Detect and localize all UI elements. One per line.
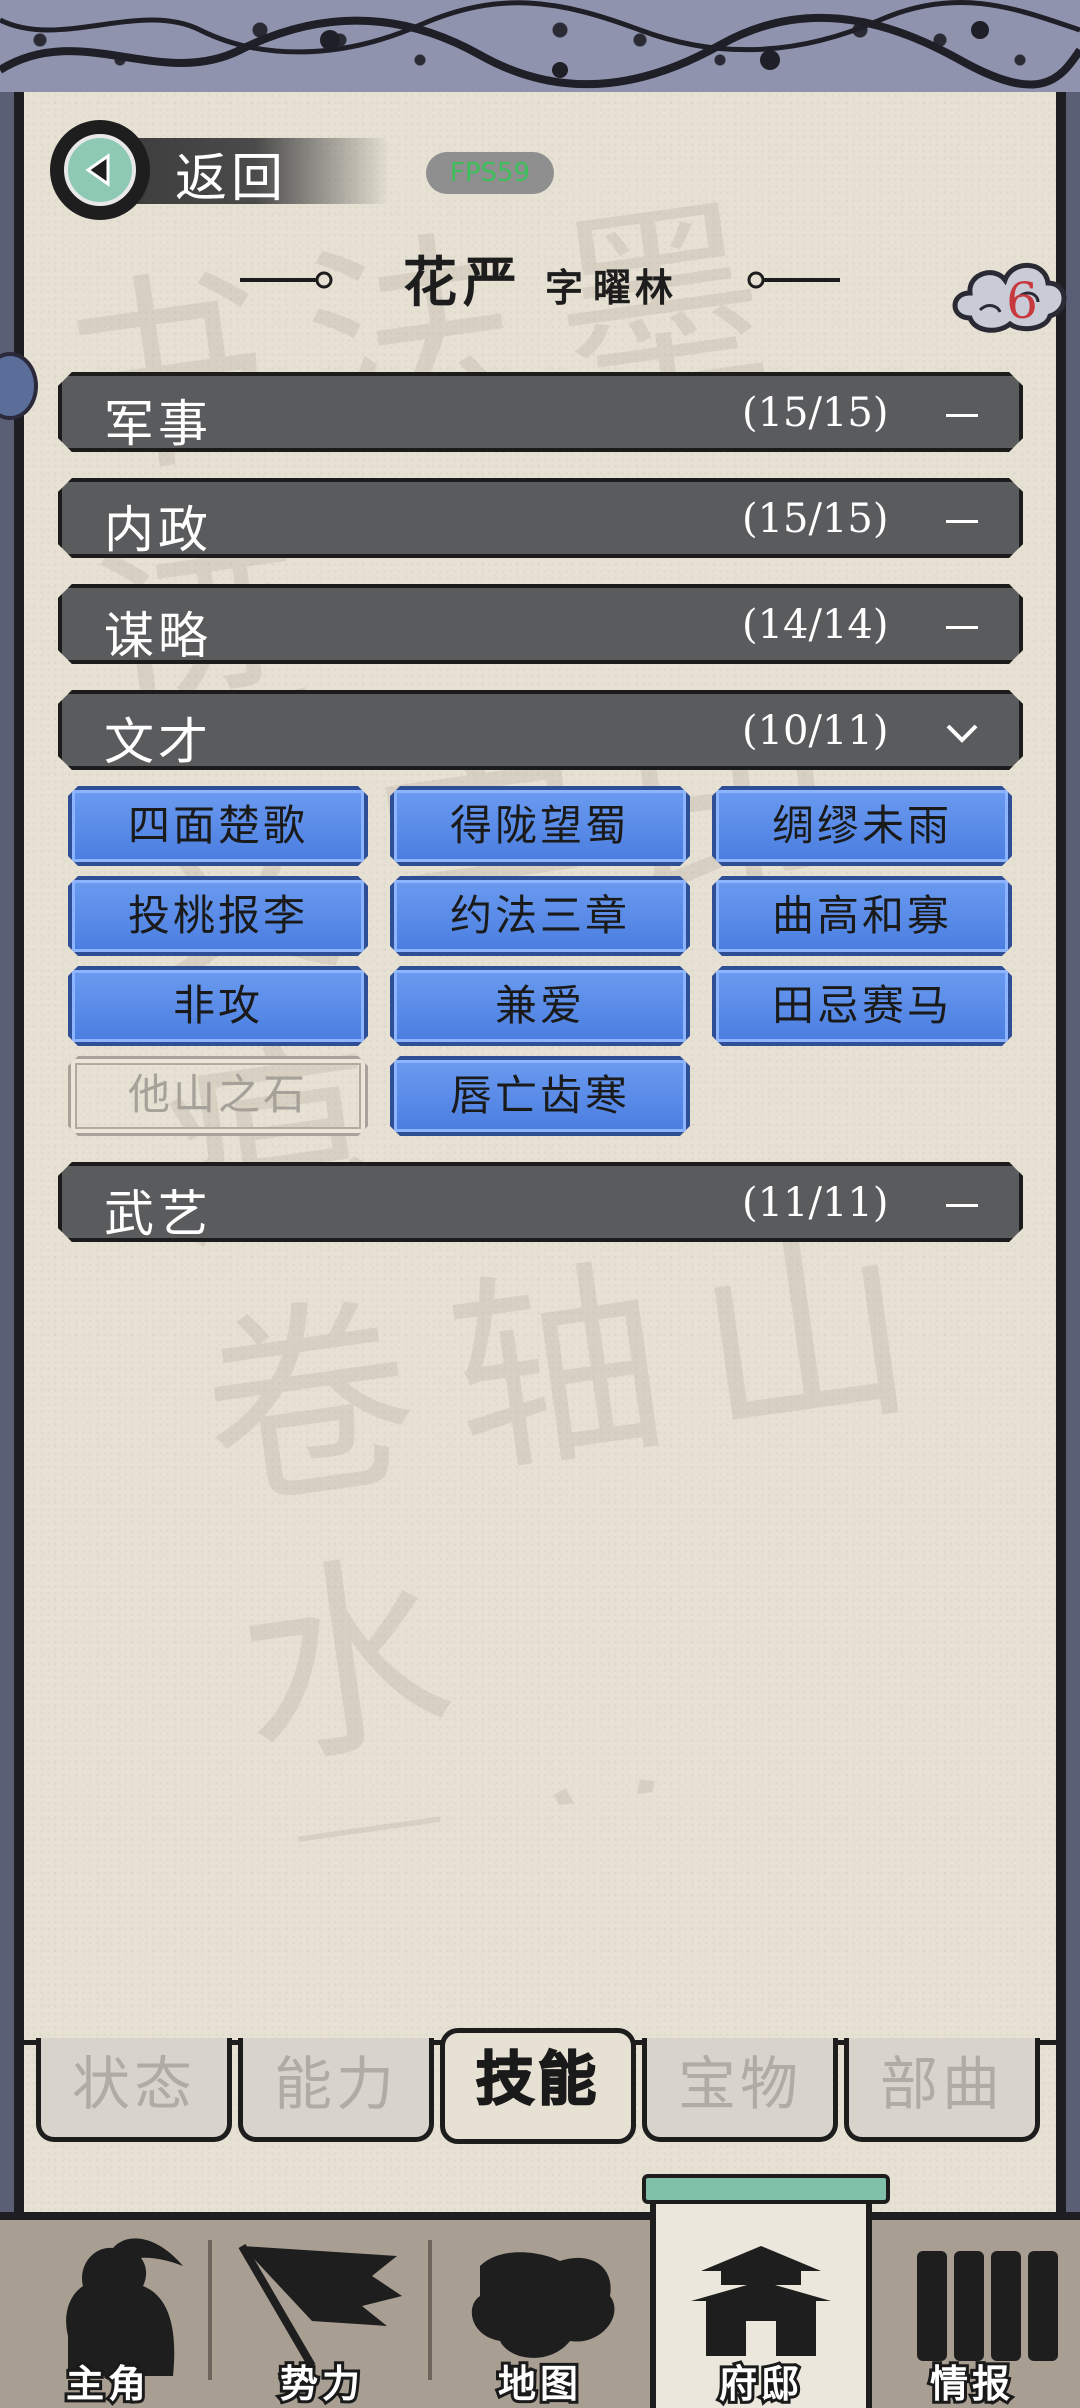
nav-protagonist[interactable]: 主角 bbox=[8, 2226, 208, 2408]
category-bar-military[interactable]: 军事 (15/15) bbox=[58, 372, 1023, 452]
category-bar-martial[interactable]: 武艺 (11/11) bbox=[58, 1162, 1023, 1242]
skill-chip[interactable]: 唇亡齿寒 bbox=[390, 1056, 690, 1136]
category-name: 内政 bbox=[104, 501, 212, 559]
nav-map[interactable]: 地图 bbox=[440, 2226, 640, 2408]
category-bar-strategy[interactable]: 谋略 (14/14) bbox=[58, 584, 1023, 664]
nav-mansion[interactable]: 府邸 bbox=[661, 2226, 861, 2408]
skill-chip[interactable]: 非攻 bbox=[68, 966, 368, 1046]
floral-pattern-icon bbox=[0, 0, 1080, 89]
category-count: (11/11) bbox=[742, 1180, 889, 1226]
category-count: (14/14) bbox=[742, 602, 889, 648]
dash-icon bbox=[942, 500, 982, 540]
back-label: 返回 bbox=[175, 149, 288, 209]
nav-label: 主角 bbox=[63, 2358, 150, 2408]
nav-label: 地图 bbox=[495, 2358, 582, 2408]
character-name: 花严 bbox=[402, 250, 523, 314]
fps-counter: FPS59 bbox=[426, 152, 554, 194]
category-count: (15/15) bbox=[742, 496, 889, 542]
nav-intel[interactable]: 情报 bbox=[872, 2226, 1072, 2408]
category-bar-politics[interactable]: 内政 (15/15) bbox=[58, 478, 1023, 558]
tab-skills[interactable]: 技能 bbox=[440, 2028, 636, 2144]
back-circle bbox=[50, 120, 150, 220]
category-bar-literary[interactable]: 文才 (10/11) bbox=[58, 690, 1023, 770]
back-button[interactable]: 返回 bbox=[50, 120, 390, 220]
nav-separator bbox=[208, 2240, 212, 2380]
category-count: (15/15) bbox=[742, 390, 889, 436]
skill-chip[interactable]: 田忌赛马 bbox=[712, 966, 1012, 1046]
skill-chip[interactable]: 投桃报李 bbox=[68, 876, 368, 956]
category-count: (10/11) bbox=[742, 708, 889, 754]
nav-label: 势力 bbox=[277, 2358, 364, 2408]
tab-ability[interactable]: 能力 bbox=[238, 2038, 434, 2142]
skill-chip[interactable]: 四面楚歌 bbox=[68, 786, 368, 866]
dash-icon bbox=[942, 606, 982, 646]
courtesy-name: 曜林 bbox=[593, 265, 678, 310]
skill-chip[interactable]: 约法三章 bbox=[390, 876, 690, 956]
category-name: 军事 bbox=[104, 395, 212, 453]
skill-chip[interactable]: 曲高和寡 bbox=[712, 876, 1012, 956]
zi-label: 字 bbox=[544, 265, 583, 310]
skill-chip[interactable]: 兼爱 bbox=[390, 966, 690, 1046]
top-decorative-band bbox=[0, 0, 1080, 101]
skill-chip[interactable]: 得陇望蜀 bbox=[390, 786, 690, 866]
skill-chip[interactable]: 绸缪未雨 bbox=[712, 786, 1012, 866]
dash-icon bbox=[942, 394, 982, 434]
tab-treasure[interactable]: 宝物 bbox=[642, 2038, 838, 2142]
dash-icon bbox=[942, 1184, 982, 1224]
nav-faction[interactable]: 势力 bbox=[222, 2226, 422, 2408]
category-name: 武艺 bbox=[104, 1185, 212, 1243]
nav-label: 情报 bbox=[927, 2358, 1014, 2408]
scroll-roll-decoration bbox=[642, 2174, 890, 2204]
skill-chip-locked[interactable]: 他山之石 bbox=[68, 1056, 368, 1136]
character-title: 花严字曜林 bbox=[0, 238, 1080, 317]
back-arrow-icon bbox=[64, 134, 136, 206]
chevron-down-icon bbox=[942, 712, 982, 752]
nav-label: 府邸 bbox=[716, 2358, 803, 2408]
tab-status[interactable]: 状态 bbox=[36, 2038, 232, 2142]
right-border-strip bbox=[1066, 92, 1080, 2212]
category-name: 谋略 bbox=[104, 607, 212, 665]
tab-troops[interactable]: 部曲 bbox=[844, 2038, 1040, 2142]
badge-count: 6 bbox=[1006, 272, 1038, 330]
triangle-left-icon bbox=[85, 153, 110, 187]
category-name: 文才 bbox=[104, 713, 212, 771]
nav-separator bbox=[428, 2240, 432, 2380]
